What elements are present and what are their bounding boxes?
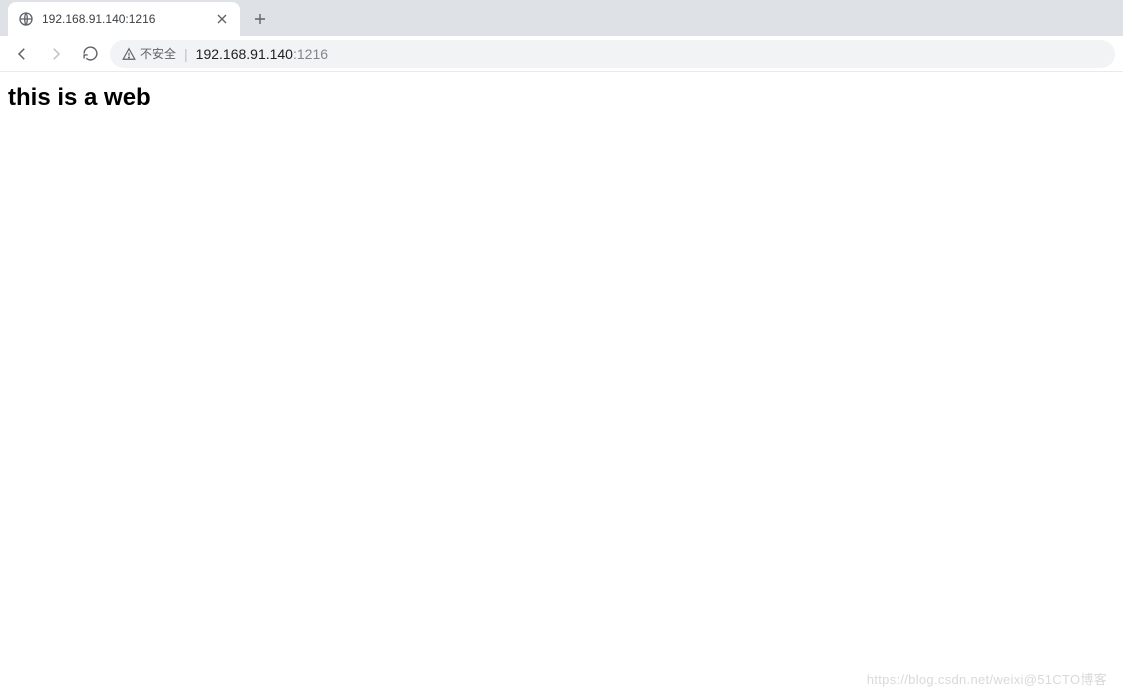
security-indicator[interactable]: 不安全 — [122, 45, 176, 62]
tab-strip: 192.168.91.140:1216 — [0, 0, 1123, 36]
address-bar[interactable]: 不安全 | 192.168.91.140:1216 — [110, 40, 1115, 68]
security-label: 不安全 — [140, 45, 176, 62]
reload-button[interactable] — [76, 40, 104, 68]
url-text: 192.168.91.140:1216 — [196, 46, 328, 62]
page-content: this is a web — [0, 72, 1123, 124]
browser-tab[interactable]: 192.168.91.140:1216 — [8, 2, 240, 36]
tab-title: 192.168.91.140:1216 — [42, 12, 206, 26]
url-host: 192.168.91.140 — [196, 46, 293, 62]
toolbar: 不安全 | 192.168.91.140:1216 — [0, 36, 1123, 72]
url-port: :1216 — [293, 46, 328, 62]
globe-icon — [18, 11, 34, 27]
watermark-right: @51CTO博客 — [1024, 672, 1107, 687]
warning-icon — [122, 47, 136, 61]
watermark-left: https://blog.csdn.net/weixi — [867, 672, 1024, 687]
watermark: https://blog.csdn.net/weixi@51CTO博客 — [867, 669, 1107, 688]
back-button[interactable] — [8, 40, 36, 68]
page-heading: this is a web — [8, 84, 1115, 112]
divider: | — [184, 46, 188, 62]
new-tab-button[interactable] — [246, 5, 274, 33]
forward-button[interactable] — [42, 40, 70, 68]
close-icon[interactable] — [214, 11, 230, 27]
